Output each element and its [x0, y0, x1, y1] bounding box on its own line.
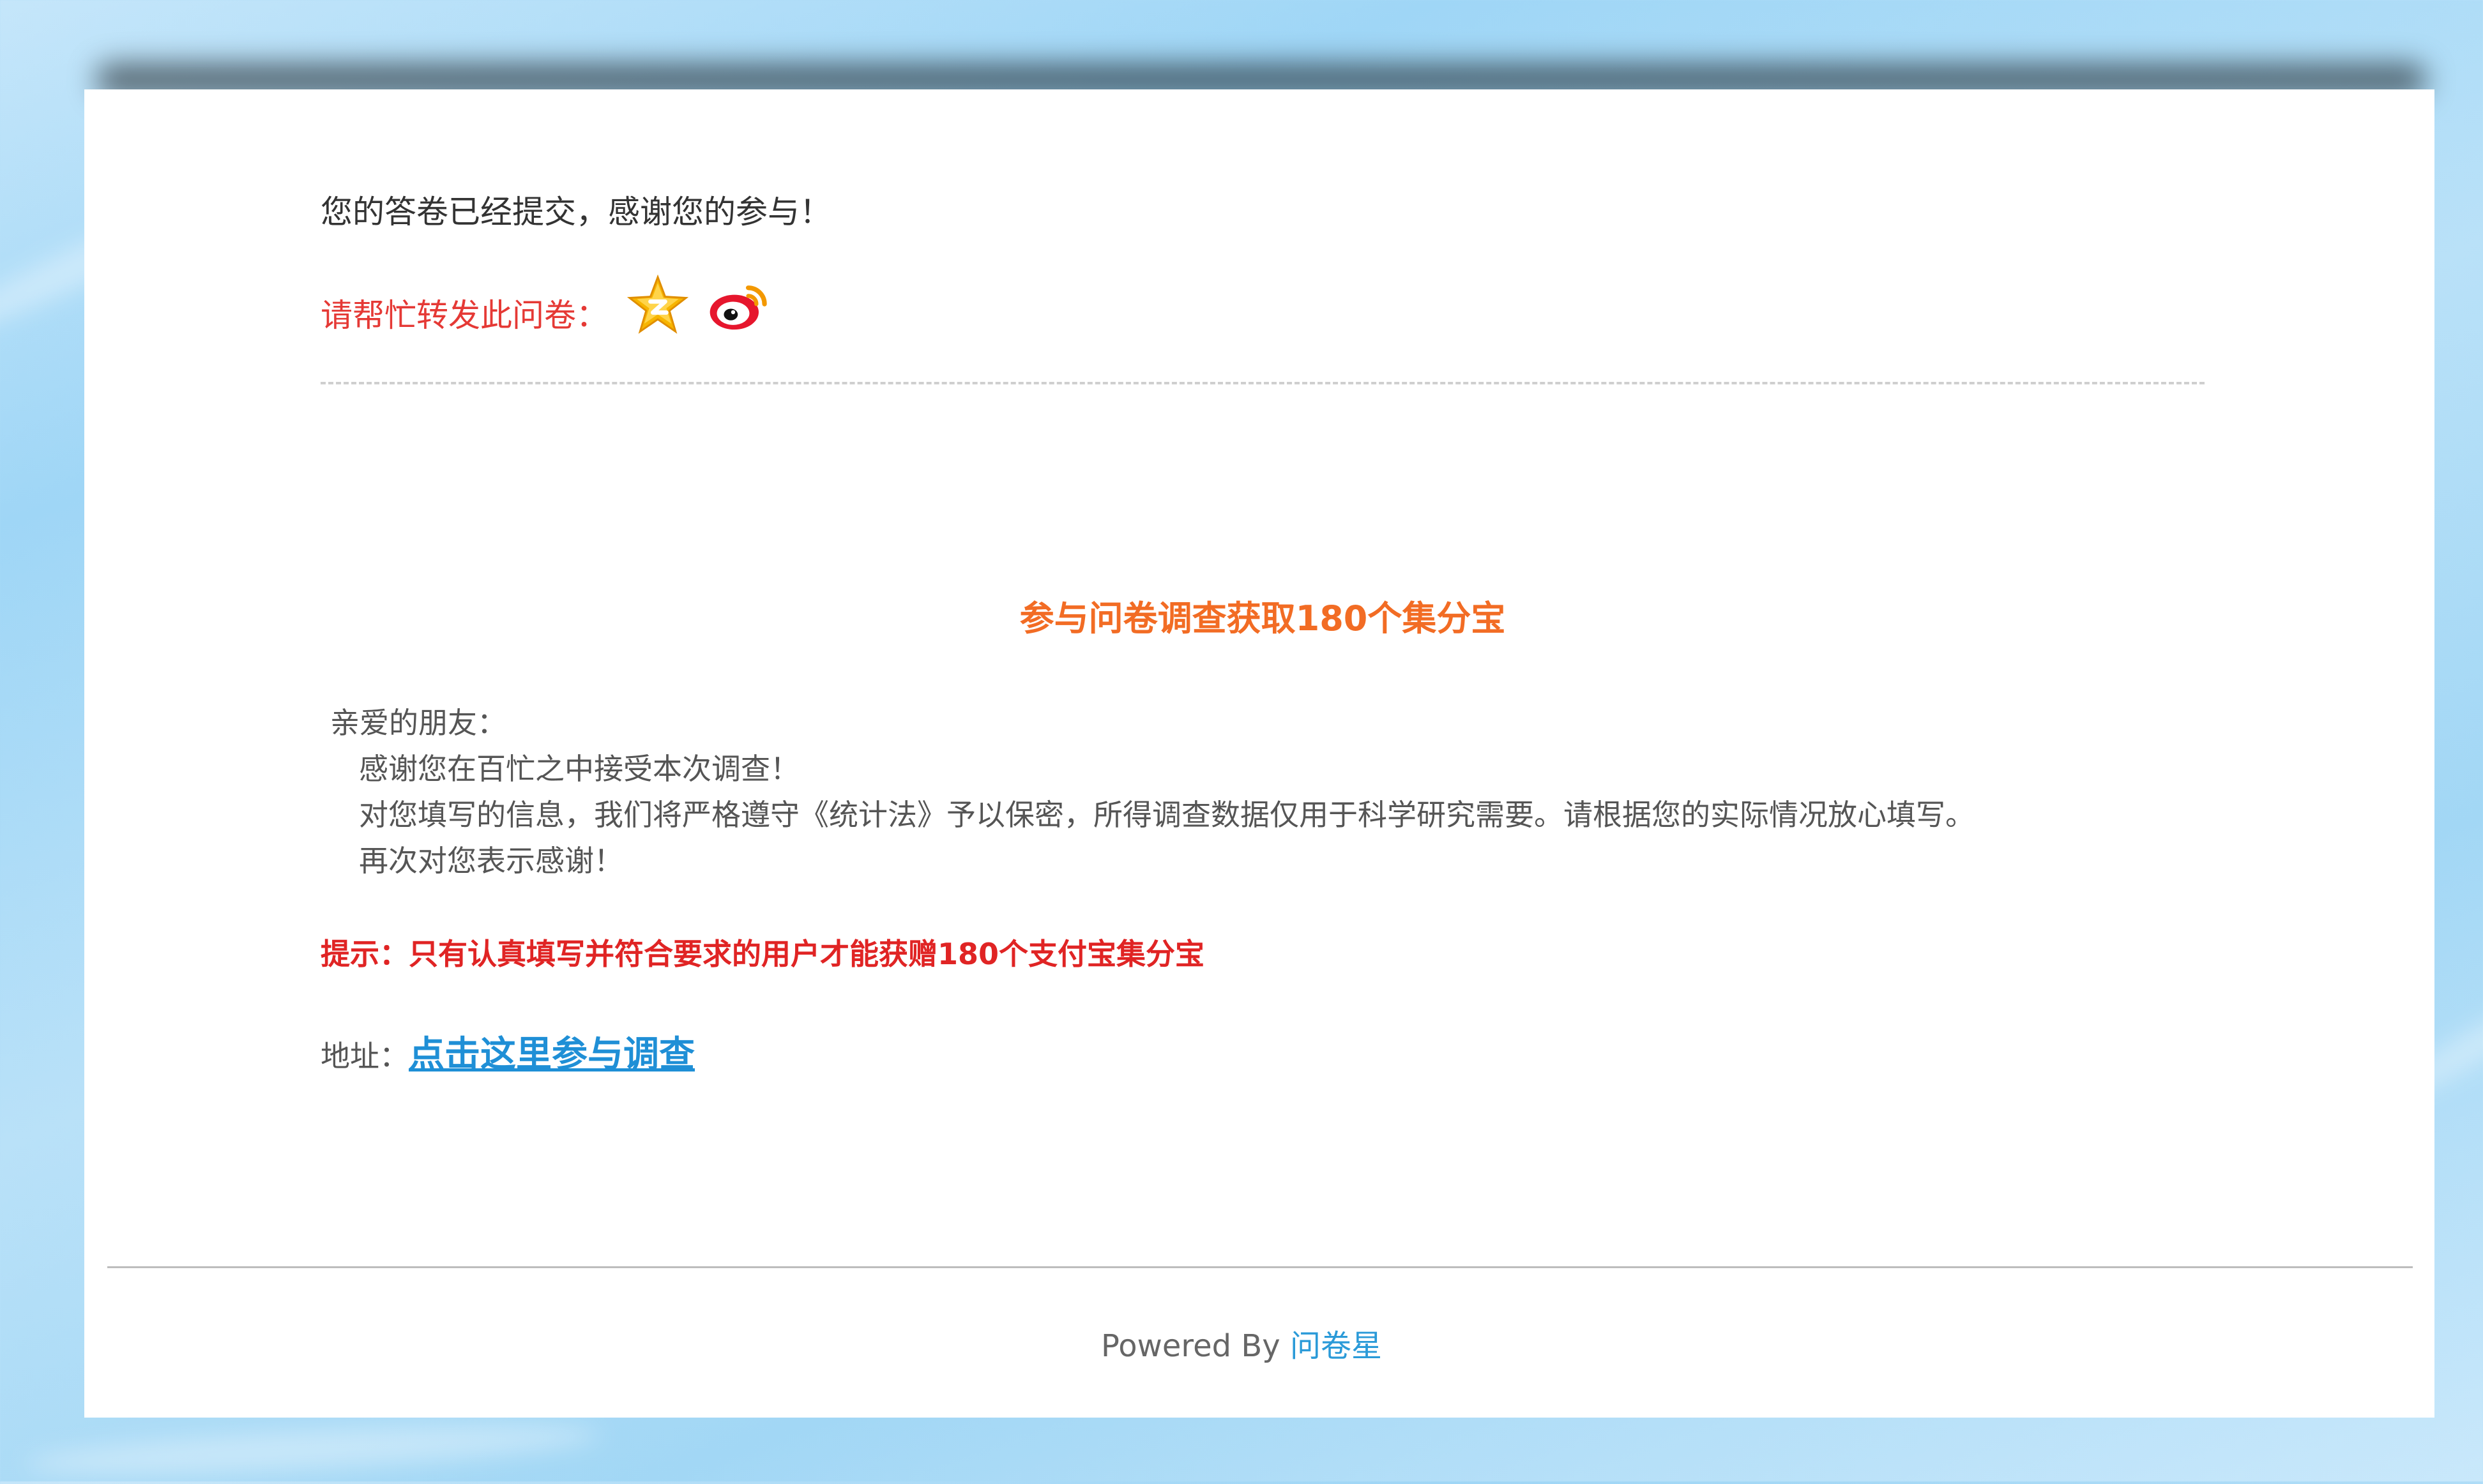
share-row: 请帮忙转发此问卷： [321, 273, 771, 337]
footer-divider [107, 1266, 2413, 1268]
intro-paragraph: 感谢您在百忙之中接受本次调查！ [359, 752, 800, 786]
reward-tip: 提示：只有认真填写并符合要求的用户才能获赠180个支付宝集分宝 [321, 937, 1205, 971]
address-row: 地址： 点击这里参与调查 [321, 1026, 695, 1077]
wjx-brand-link[interactable]: 问卷星 [1290, 1328, 1382, 1364]
footer: Powered By 问卷星 [0, 1321, 2483, 1365]
greeting-text: 亲爱的朋友： [330, 706, 506, 740]
thanks-paragraph: 再次对您表示感谢！ [359, 844, 623, 878]
weibo-icon[interactable] [708, 276, 771, 334]
survey-title: 参与问卷调查获取180个集分宝 [1019, 598, 1506, 639]
background-streak [25, 1415, 601, 1484]
qzone-star-icon[interactable] [627, 275, 688, 336]
participate-survey-link[interactable]: 点击这里参与调查 [409, 1026, 695, 1077]
dashed-divider [321, 382, 2205, 384]
privacy-paragraph: 对您填写的信息，我们将严格遵守《统计法》予以保密，所得调查数据仅用于科学研究需要… [359, 798, 1975, 832]
powered-by-text: Powered By [1101, 1328, 1290, 1364]
completion-card: 您的答卷已经提交，感谢您的参与！ 请帮忙转发此问卷： 参与问卷调查获取180个集… [84, 89, 2434, 1418]
submission-confirmation-text: 您的答卷已经提交，感谢您的参与！ [321, 193, 831, 231]
address-label: 地址： [321, 1039, 409, 1073]
share-label: 请帮忙转发此问卷： [321, 297, 608, 334]
